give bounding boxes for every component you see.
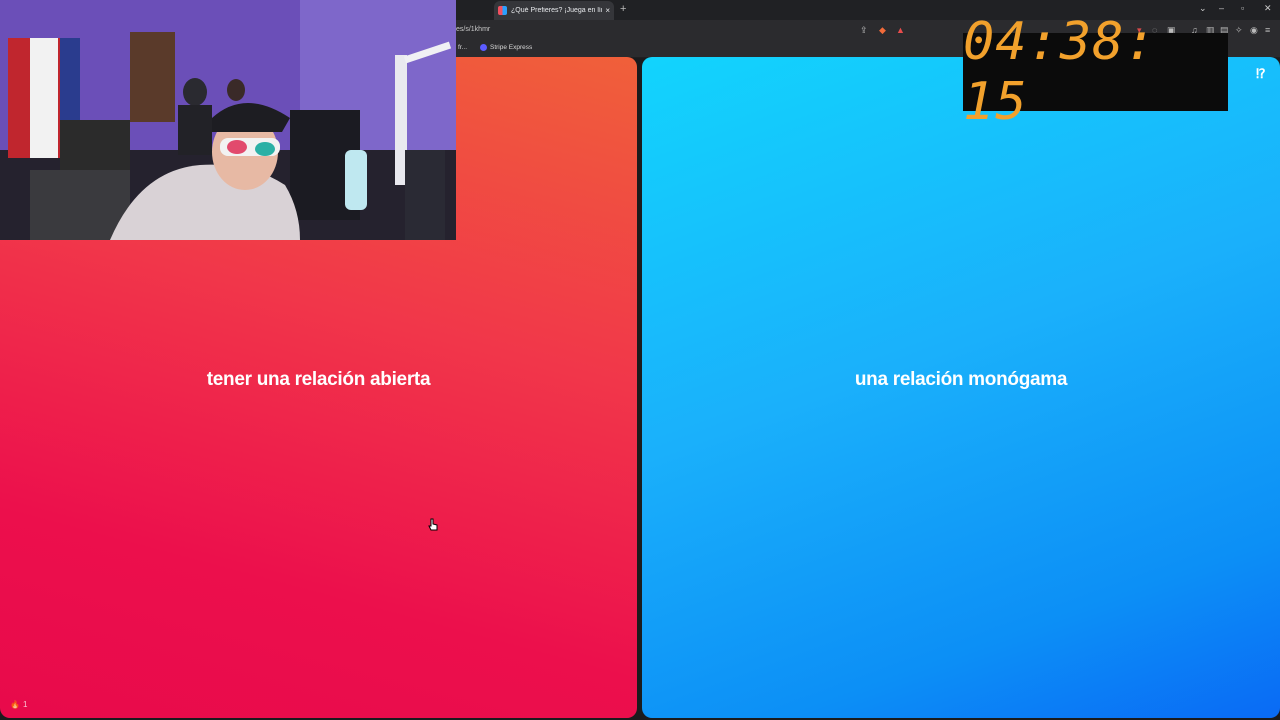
webcam-overlay: [0, 0, 456, 240]
option-left-text: tener una relación abierta: [206, 369, 431, 390]
new-tab-icon[interactable]: +: [620, 3, 626, 15]
player-counter: 🔥 1: [10, 700, 28, 709]
restore-icon[interactable]: ▫: [1241, 3, 1244, 13]
tab-title: ¿Qué Prefieres? ¡Juega en línea!: [511, 7, 602, 14]
close-window-icon[interactable]: ✕: [1264, 3, 1272, 14]
share-icon[interactable]: ⇪: [860, 25, 868, 36]
rewards-icon[interactable]: ▲: [896, 25, 905, 35]
stripe-icon: [480, 44, 487, 51]
hand-cursor-icon: [428, 518, 438, 531]
timer-value: 04:38: 15: [963, 12, 1157, 132]
bookmark-stripe[interactable]: Stripe Express: [480, 44, 532, 51]
option-right-card[interactable]: una relación monógama: [642, 57, 1280, 718]
webcam-image: [0, 0, 456, 240]
help-icon[interactable]: ⁉: [1256, 66, 1266, 82]
fire-icon: 🔥: [10, 700, 20, 709]
bookmark-item[interactable]: fr...: [458, 44, 467, 51]
option-right-text: una relación monógama: [854, 369, 1068, 390]
stream-timer: 04:38: 15: [963, 12, 1228, 132]
browser-tab-active[interactable]: ¿Qué Prefieres? ¡Juega en línea! ×: [494, 1, 614, 20]
address-bar[interactable]: es/s/1khmr: [456, 26, 490, 33]
menu-icon[interactable]: ≡: [1265, 25, 1270, 35]
shield-icon[interactable]: ◆: [879, 25, 886, 36]
leo-icon[interactable]: ✧: [1235, 25, 1243, 36]
vpn-icon[interactable]: ◉: [1250, 25, 1258, 36]
site-favicon-icon: [498, 6, 507, 15]
close-tab-icon[interactable]: ×: [605, 6, 610, 15]
